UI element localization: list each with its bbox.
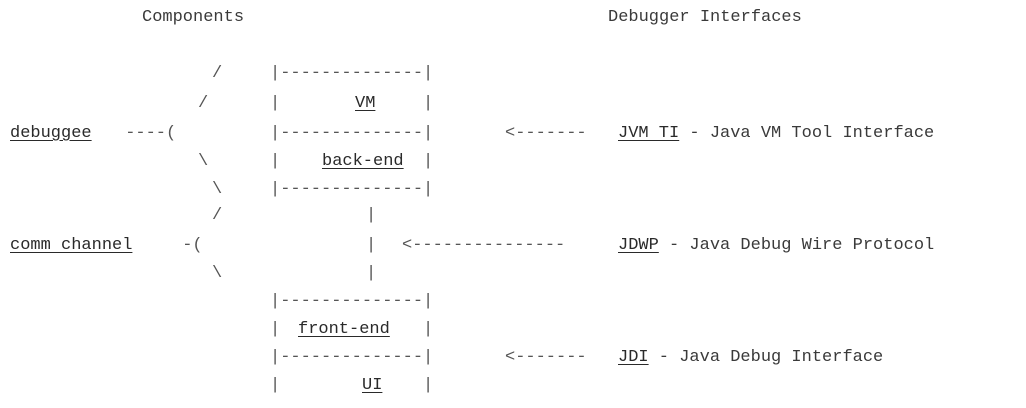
jdi-abbr[interactable]: JDI [618, 348, 649, 367]
debugger-interfaces-header: Debugger Interfaces [608, 8, 802, 27]
vm-label[interactable]: VM [355, 94, 375, 114]
front-end-label[interactable]: front-end [298, 320, 390, 340]
comm-bracket-backslash: \ [212, 264, 223, 283]
comm-channel-label[interactable]: comm channel [10, 236, 132, 256]
debuggee-bracket-backslash-mid: \ [198, 152, 209, 171]
jvmti-interface: JVM TI - Java VM Tool Interface [618, 124, 934, 144]
jdwp-description: - Java Debug Wire Protocol [658, 236, 935, 255]
box-bottom-border: |--------------| [270, 180, 434, 199]
comm-connector: -( [172, 236, 203, 255]
components-header: Components [142, 8, 245, 27]
box2-divider: |--------------| [270, 348, 434, 367]
channel-pipe-top: | [366, 206, 377, 225]
box-divider-vm: |--------------| [270, 124, 434, 143]
back-end-label[interactable]: back-end [322, 152, 404, 172]
jdi-interface: JDI - Java Debug Interface [618, 348, 883, 368]
box2-ui-row: | | [270, 376, 434, 395]
jvmti-arrow: <------- [505, 124, 587, 143]
channel-pipe-mid: | [366, 236, 377, 255]
debuggee-bracket-backslash-bottom: \ [212, 180, 223, 199]
jdi-description: - Java Debug Interface [648, 348, 884, 367]
debuggee-label[interactable]: debuggee [10, 124, 92, 144]
debuggee-bracket-slash-top: / [212, 64, 223, 83]
channel-pipe-bottom: | [366, 264, 377, 283]
comm-bracket-slash: / [212, 206, 223, 225]
box-vm-row: | | [270, 94, 434, 113]
ui-label[interactable]: UI [362, 376, 382, 396]
jdi-arrow: <------- [505, 348, 587, 367]
box-top-border: |--------------| [270, 64, 434, 83]
jvmti-description: - Java VM Tool Interface [679, 124, 935, 143]
box2-top-border: |--------------| [270, 292, 434, 311]
jdwp-abbr[interactable]: JDWP [618, 236, 659, 255]
jdwp-arrow: <--------------- [402, 236, 566, 255]
jvmti-abbr[interactable]: JVM TI [618, 124, 679, 143]
debuggee-bracket-slash-mid: / [198, 94, 209, 113]
debuggee-connector: ----( [115, 124, 177, 143]
jdwp-interface: JDWP - Java Debug Wire Protocol [618, 236, 934, 256]
